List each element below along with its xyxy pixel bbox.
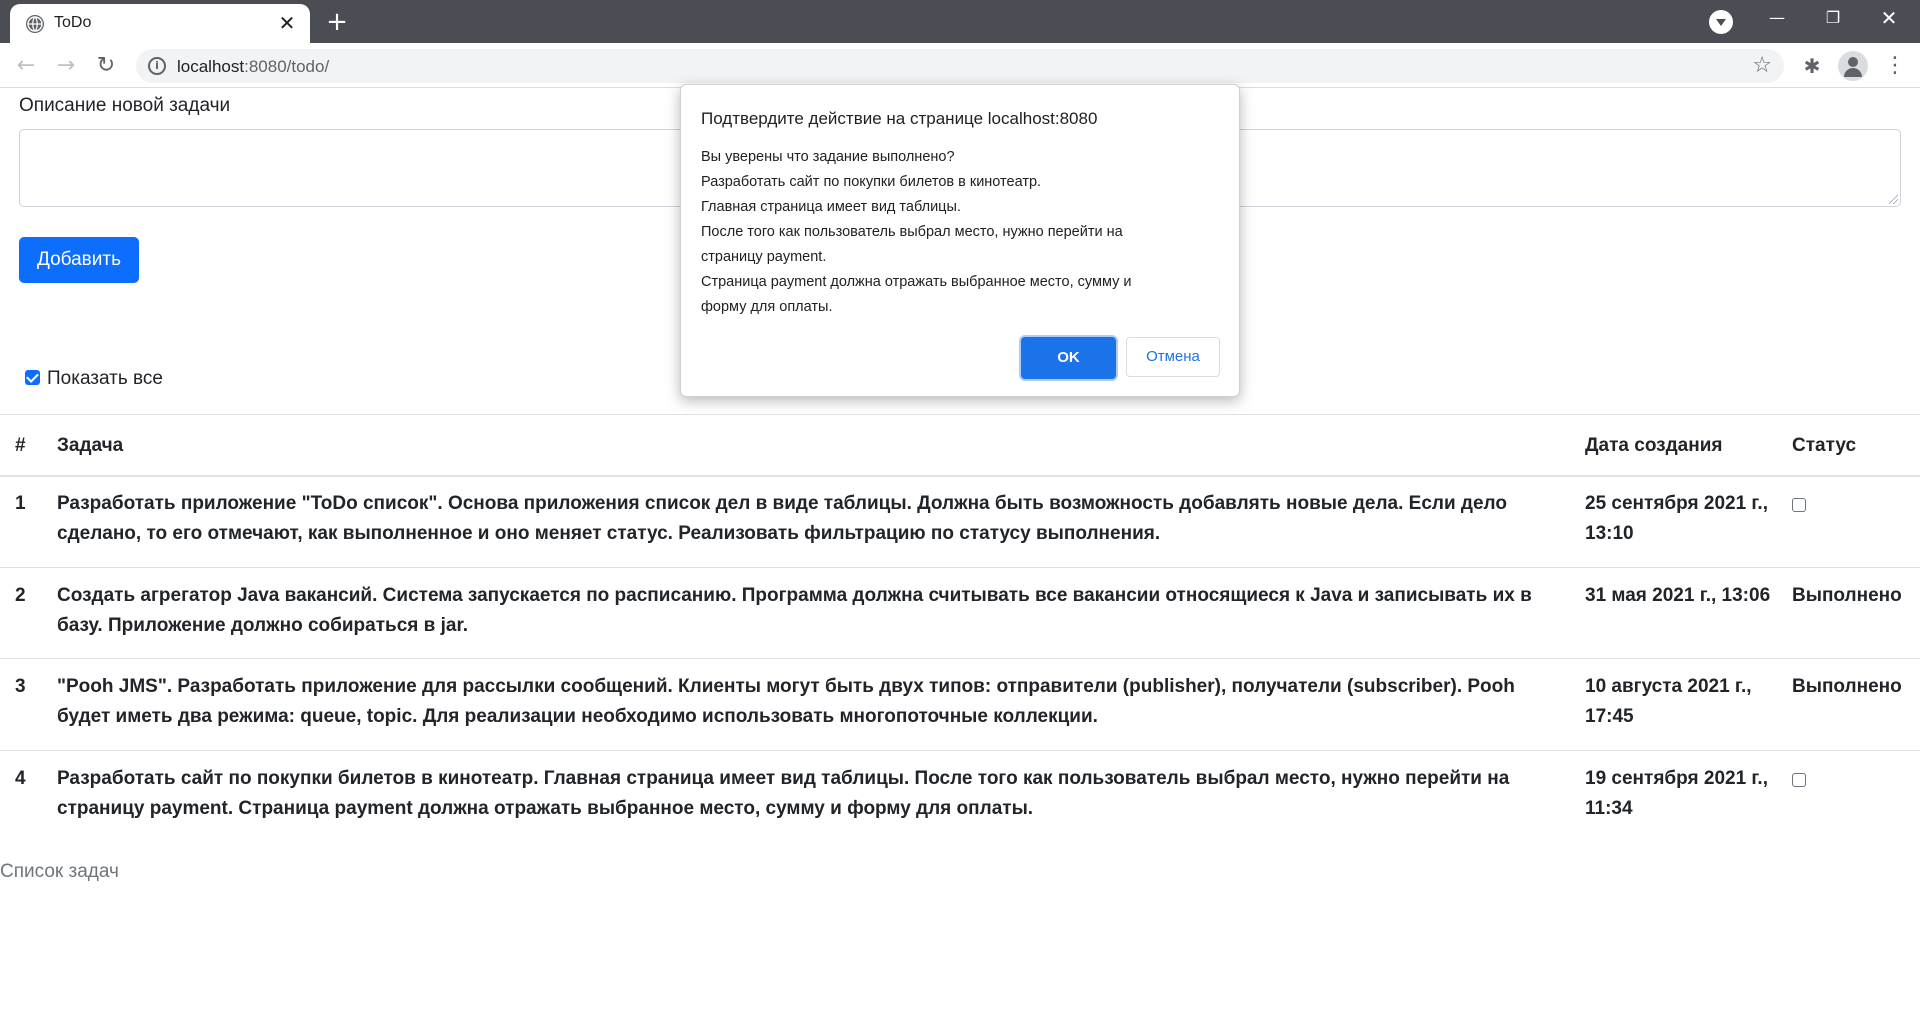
row-divider [0, 658, 1920, 659]
show-all-checkbox[interactable] [25, 370, 40, 385]
dialog-line: форму для оплаты. [701, 299, 833, 315]
dialog-line: Вы уверены что задание выполнено? [701, 149, 955, 165]
browser-tabstrip: ToDo ✕ + — ❐ ✕ [0, 0, 1920, 43]
dialog-line: страницу payment. [701, 249, 827, 265]
close-icon[interactable]: ✕ [276, 12, 298, 34]
globe-icon [26, 15, 44, 33]
cancel-button[interactable]: Отмена [1126, 337, 1220, 377]
status-checkbox[interactable] [1792, 498, 1806, 512]
header-task: Задача [57, 435, 124, 456]
row-created: 31 мая 2021 г., 13:06 [1585, 585, 1771, 606]
dialog-message: Вы уверены что задание выполнено? Разраб… [701, 145, 1221, 320]
browser-toolbar: ← → ↻ i localhost:8080/todo/ ☆ ✱ ⋮ [0, 43, 1920, 88]
header-num: # [15, 435, 26, 456]
table-top-border [0, 414, 1920, 415]
new-tab-button[interactable]: + [322, 7, 352, 37]
ok-button[interactable]: OK [1021, 337, 1116, 379]
window-close-button[interactable]: ✕ [1866, 0, 1912, 36]
table-header-border [0, 475, 1920, 477]
address-bar[interactable]: i localhost:8080/todo/ ☆ [136, 49, 1784, 83]
dialog-title: Подтвердите действие на странице localho… [701, 109, 1098, 128]
tab-search-icon[interactable] [1709, 10, 1733, 34]
tab-title: ToDo [54, 14, 92, 31]
dialog-line: После того как пользователь выбрал место… [701, 224, 1123, 240]
row-status: Выполнено [1792, 585, 1902, 606]
show-all-label[interactable]: Показать все [47, 368, 163, 390]
row-task: Разработать сайт по покупки билетов в ки… [57, 768, 1510, 819]
dialog-line: Главная страница имеет вид таблицы. [701, 199, 961, 215]
dialog-line: Разработать сайт по покупки билетов в ки… [701, 174, 1042, 190]
confirm-dialog: Подтвердите действие на странице localho… [680, 84, 1240, 397]
restore-button[interactable]: ❐ [1810, 0, 1856, 36]
row-created: 19 сентября 2021 г., 11:34 [1585, 768, 1768, 819]
profile-avatar-icon[interactable] [1838, 51, 1868, 81]
header-created: Дата создания [1585, 435, 1723, 456]
row-task: "Pooh JMS". Разработать приложение для р… [57, 676, 1515, 727]
dialog-line: Страница payment должна отражать выбранн… [701, 274, 1132, 290]
footer-caption: Список задач [0, 861, 119, 882]
browser-tab[interactable]: ToDo ✕ [10, 4, 310, 43]
row-num: 4 [15, 768, 26, 789]
url-text[interactable]: localhost:8080/todo/ [177, 57, 329, 77]
row-task: Создать агрегатор Java вакансий. Система… [57, 585, 1532, 636]
reload-icon[interactable]: ↻ [92, 52, 120, 80]
row-num: 3 [15, 676, 26, 697]
menu-kebab-icon[interactable]: ⋮ [1884, 52, 1906, 80]
extensions-icon[interactable]: ✱ [1800, 54, 1824, 78]
add-button[interactable]: Добавить [19, 237, 139, 283]
bookmark-star-icon[interactable]: ☆ [1752, 53, 1772, 78]
row-created: 25 сентября 2021 г., 13:10 [1585, 493, 1768, 544]
forward-icon[interactable]: → [52, 52, 80, 80]
row-divider [0, 750, 1920, 751]
status-checkbox[interactable] [1792, 773, 1806, 787]
description-label: Описание новой задачи [19, 95, 231, 116]
info-icon[interactable]: i [148, 57, 166, 75]
row-created: 10 августа 2021 г., 17:45 [1585, 676, 1752, 727]
row-status: Выполнено [1792, 676, 1902, 697]
minimize-button[interactable]: — [1754, 0, 1800, 36]
row-divider [0, 567, 1920, 568]
back-icon[interactable]: ← [12, 52, 40, 80]
row-num: 1 [15, 493, 26, 514]
row-num: 2 [15, 585, 26, 606]
header-status: Статус [1792, 435, 1857, 456]
row-task: Разработать приложение "ToDo список". Ос… [57, 493, 1507, 544]
